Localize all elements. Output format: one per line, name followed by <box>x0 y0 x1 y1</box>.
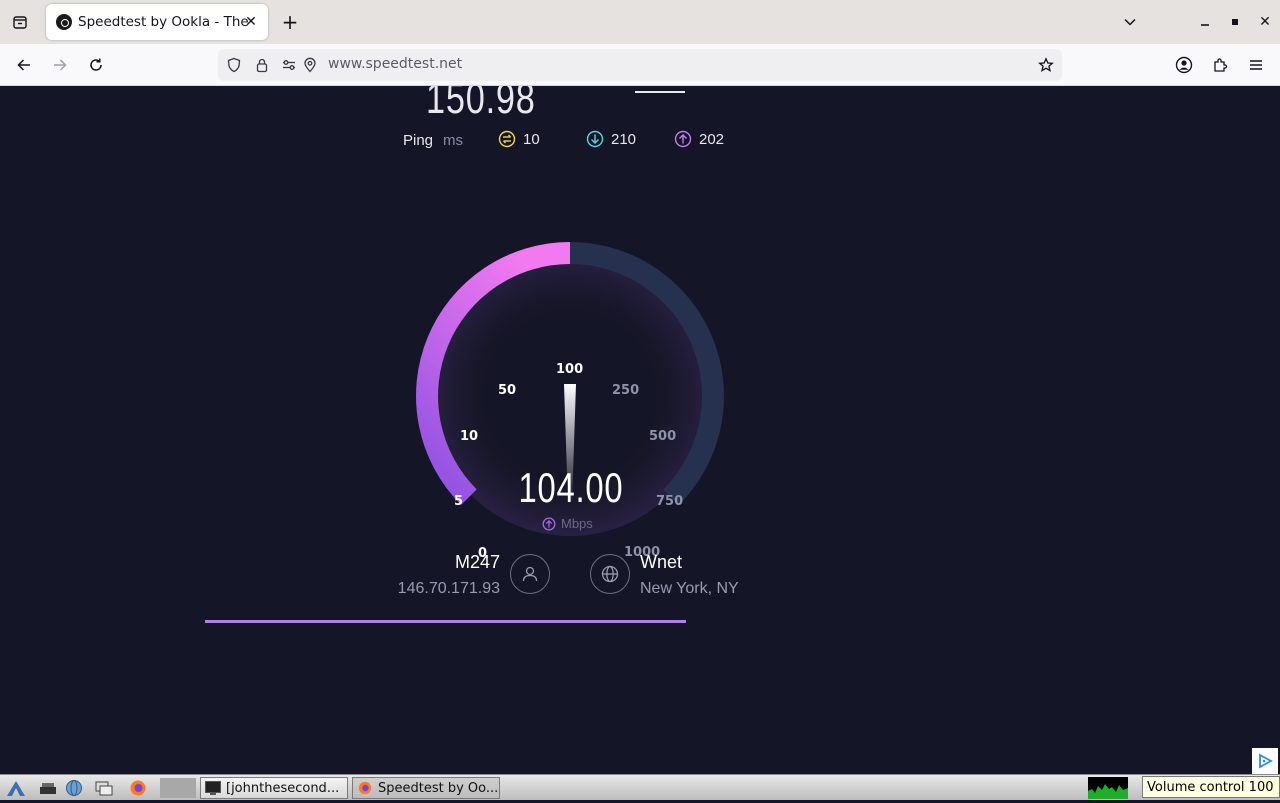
pending-value-dash <box>635 91 685 93</box>
firefox-icon <box>358 781 372 795</box>
gauge-tick-5: 5 <box>454 494 464 509</box>
firefox-launcher-icon[interactable] <box>128 778 148 798</box>
browser-tab-bar: Speedtest by Ookla - The Global Broadban… <box>0 0 1280 44</box>
ping-metric: 10 <box>498 130 540 148</box>
maximize-window-icon[interactable] <box>1225 12 1245 32</box>
reload-icon[interactable] <box>84 53 108 77</box>
gauge-tick-100: 100 <box>556 362 584 377</box>
ping-label: Ping <box>403 132 434 149</box>
server-name[interactable]: Wnet <box>640 552 682 573</box>
speedtest-page: 150.98 Ping ms 10 210 202 0 5 10 50 100 … <box>0 86 1280 774</box>
user-icon <box>510 554 550 594</box>
browser-nav-bar: www.speedtest.net <box>0 44 1280 86</box>
shield-icon[interactable] <box>225 56 243 74</box>
taskbar-firefox-window[interactable]: Speedtest by Oo... <box>352 777 500 799</box>
globe-icon[interactable] <box>590 554 630 594</box>
network-globe-icon[interactable] <box>64 778 84 798</box>
volume-tooltip: Volume control 100 <box>1142 776 1280 798</box>
tab-close-icon[interactable]: ✕ <box>242 13 260 31</box>
download-value: 210 <box>611 130 637 148</box>
account-icon[interactable] <box>1172 53 1196 77</box>
location-pin-icon[interactable] <box>301 56 319 74</box>
close-window-icon[interactable]: ✕ <box>1255 12 1275 32</box>
extensions-icon[interactable] <box>1208 53 1232 77</box>
upload-arrow-icon <box>542 517 556 530</box>
gauge-tick-250: 250 <box>612 383 640 398</box>
gauge-tick-750: 750 <box>656 494 684 509</box>
bookmark-star-icon[interactable] <box>1037 56 1055 74</box>
test-progress-fill <box>205 620 686 623</box>
ping-value: 10 <box>523 130 540 148</box>
permissions-icon[interactable] <box>280 56 298 74</box>
terminal-icon <box>205 781 221 795</box>
download-arrow-icon <box>586 130 604 148</box>
isp-name: M247 <box>454 552 500 572</box>
upload-value: 202 <box>699 130 725 148</box>
taskbar-terminal-label: [johnthesecond... <box>226 780 340 796</box>
speed-unit: Mbps <box>542 516 593 531</box>
show-desktop-icon[interactable] <box>38 778 58 798</box>
speed-unit-label: Mbps <box>561 516 593 531</box>
speedtest-favicon-icon <box>56 14 72 30</box>
minimize-window-icon[interactable] <box>1195 12 1215 32</box>
menu-icon[interactable] <box>1244 53 1268 77</box>
current-speed-value: 104.00 <box>518 464 624 511</box>
file-manager-icon[interactable] <box>94 778 114 798</box>
start-menu-icon[interactable] <box>6 778 26 798</box>
taskbar-terminal-window[interactable]: [johnthesecond... <box>200 777 348 799</box>
tab-title: Speedtest by Ookla - The Global Broadban… <box>78 14 248 30</box>
previous-result-value: 150.98 <box>426 86 536 123</box>
list-all-tabs-chevron-icon[interactable] <box>1120 12 1140 32</box>
server-location[interactable]: New York, NY <box>640 580 739 598</box>
test-progress-bar <box>205 620 686 623</box>
cpu-monitor-graph[interactable] <box>1088 777 1128 799</box>
blank-launcher-slot[interactable] <box>160 778 196 798</box>
isp-ip: 146.70.171.93 <box>397 580 500 597</box>
lock-icon[interactable] <box>253 56 271 74</box>
back-arrow-icon[interactable] <box>12 53 36 77</box>
adchoices-icon[interactable] <box>1252 748 1278 774</box>
tab-list-icon[interactable] <box>6 10 34 34</box>
gauge-tick-50: 50 <box>498 383 517 398</box>
url-bar[interactable]: www.speedtest.net <box>218 49 1062 81</box>
gauge-tick-500: 500 <box>649 429 677 444</box>
ping-icon <box>498 130 516 148</box>
ping-unit: ms <box>443 132 463 149</box>
taskbar: [johnthesecond... Speedtest by Oo... <box>0 774 1280 800</box>
gauge-tick-10: 10 <box>460 429 479 444</box>
forward-arrow-icon[interactable] <box>48 53 72 77</box>
download-metric: 210 <box>586 130 636 148</box>
new-tab-button[interactable]: + <box>278 10 302 34</box>
browser-tab-speedtest[interactable]: Speedtest by Ookla - The Global Broadban… <box>46 4 268 40</box>
ping-row: Ping ms 10 210 202 <box>403 130 763 152</box>
url-text[interactable]: www.speedtest.net <box>328 56 462 72</box>
taskbar-firefox-label: Speedtest by Oo... <box>378 780 499 796</box>
upload-metric: 202 <box>674 130 724 148</box>
upload-arrow-icon <box>674 130 692 148</box>
